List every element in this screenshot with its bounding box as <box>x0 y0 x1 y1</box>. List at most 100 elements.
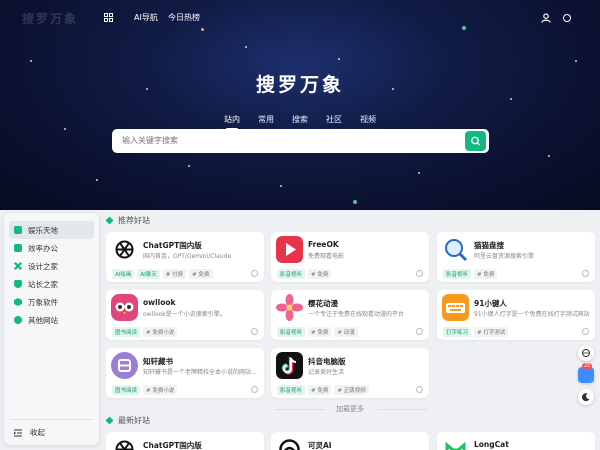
top-bar: 搜罗万象 AI导航 今日热榜 <box>0 0 600 36</box>
sidebar-item-entertainment[interactable]: 娱乐天地 <box>9 221 94 239</box>
tag[interactable]: # 付费 <box>162 269 187 279</box>
tag[interactable]: 影音视听 <box>443 269 472 279</box>
user-icon[interactable] <box>541 13 551 23</box>
tab-search[interactable]: 搜索 <box>292 114 308 128</box>
notification-badge: 20 <box>582 363 593 369</box>
tag[interactable]: AI聊天 <box>137 269 160 279</box>
info-icon[interactable] <box>251 270 258 277</box>
card-name: 抖音电脑版 <box>308 357 346 366</box>
theme-toggle-icon[interactable] <box>563 14 571 22</box>
card-tags: 打字练习 # 打字测试 <box>443 327 509 337</box>
tag[interactable]: 图书阅读 <box>112 327 141 337</box>
more-icon <box>14 316 22 324</box>
site-card[interactable]: 抖音电脑版 记录美好生活 影音视听 # 免费 # 正版视频 <box>271 348 429 398</box>
card-tags: 图书阅读 # 免费小说 <box>112 385 178 395</box>
site-card[interactable]: 可灵AI <box>271 432 429 450</box>
search-icon <box>471 136 480 146</box>
sidebar-divider <box>10 419 93 420</box>
card-tags: 影音视听 # 免费 # 动漫 <box>277 327 358 337</box>
info-icon[interactable] <box>582 270 589 277</box>
tab-video[interactable]: 视频 <box>360 114 376 128</box>
sidebar-item-office[interactable]: 效率办公 <box>9 239 94 257</box>
info-icon[interactable] <box>416 270 423 277</box>
sidebar-item-design[interactable]: 设计之家 <box>9 257 94 275</box>
typing-logo-icon <box>442 294 469 321</box>
tag[interactable]: # 打字测试 <box>474 327 509 337</box>
tab-common[interactable]: 常用 <box>258 114 274 128</box>
search-input[interactable] <box>122 136 462 145</box>
card-name: ChatGPT国内版 <box>143 441 202 450</box>
tag[interactable]: 图书阅读 <box>112 385 141 395</box>
tag[interactable]: # 免费小说 <box>143 327 178 337</box>
card-tags: 影音视听 # 免费 <box>277 269 332 279</box>
tag[interactable]: 影音视听 <box>277 327 306 337</box>
search-button[interactable] <box>465 131 486 151</box>
sakura-logo-icon <box>276 294 303 321</box>
info-icon[interactable] <box>416 328 423 335</box>
info-icon[interactable] <box>416 386 423 393</box>
tag[interactable]: 打字练习 <box>443 327 472 337</box>
info-icon[interactable] <box>582 328 589 335</box>
site-logo[interactable]: 搜罗万象 <box>22 10 78 27</box>
card-name: FreeOK <box>308 240 339 249</box>
tag[interactable]: 影音视听 <box>277 269 306 279</box>
tab-site[interactable]: 站内 <box>224 114 240 130</box>
globe-icon <box>582 349 590 357</box>
grid-menu-icon[interactable] <box>104 13 113 22</box>
tag[interactable]: # 免费小说 <box>143 385 178 395</box>
card-desc: 91小键人打字是一个免费在线打字测试网站... <box>474 311 590 318</box>
site-card[interactable]: 猫猫盘搜 阿里云盘资源搜索引擎 影音视听 # 免费 <box>437 232 595 282</box>
card-tags: 影音视听 # 免费 <box>443 269 498 279</box>
hero-title: 搜罗万象 <box>255 74 344 96</box>
tab-community[interactable]: 社区 <box>326 114 342 128</box>
sidebar-item-label: 站长之家 <box>28 279 58 289</box>
gamepad-icon <box>14 226 22 234</box>
sidebar-collapse-button[interactable]: 收起 <box>14 427 45 438</box>
tag[interactable]: # 动漫 <box>334 327 358 337</box>
site-card[interactable]: ChatGPT国内版 <box>106 432 264 450</box>
tag[interactable]: # 免费 <box>474 269 498 279</box>
site-card[interactable]: 樱花动漫 一个专注于免费在线观看动漫的平台 影音视听 # 免费 # 动漫 <box>271 290 429 340</box>
card-name: 猫猫盘搜 <box>474 241 504 250</box>
site-card[interactable]: ChatGPT国内版 国内首连，GPT/Gemini/Claude AI绘画 A… <box>106 232 264 282</box>
sidebar-item-other[interactable]: 其他网站 <box>9 311 94 329</box>
tag[interactable]: # 免费 <box>308 327 332 337</box>
card-desc: 国内首连，GPT/Gemini/Claude <box>143 253 232 260</box>
sidebar-item-webmaster[interactable]: 站长之家 <box>9 275 94 293</box>
card-desc: 记录美好生活 <box>308 369 345 376</box>
tag[interactable]: # 免费 <box>308 269 332 279</box>
info-icon[interactable] <box>251 386 258 393</box>
section-title-text: 最新好站 <box>118 416 150 425</box>
search-box <box>112 129 489 153</box>
douyin-logo-icon <box>276 352 303 379</box>
card-desc: 免费观看电影 <box>308 253 345 260</box>
magnifier-logo-icon <box>442 236 469 263</box>
card-tags: 影音视听 # 免费 # 正版视频 <box>277 385 369 395</box>
openai-logo-icon <box>111 236 138 263</box>
site-card[interactable]: owllook owllook是一个小说搜索引擎。 图书阅读 # 免费小说 <box>106 290 264 340</box>
message-button[interactable] <box>578 367 594 383</box>
category-sidebar: 娱乐天地 效率办公 设计之家 站长之家 万象软件 其他网站 收起 <box>4 213 99 445</box>
pen-icon <box>14 262 22 270</box>
tag[interactable]: AI绘画 <box>112 269 135 279</box>
info-icon[interactable] <box>251 328 258 335</box>
nav-ai-nav[interactable]: AI导航 <box>134 12 158 23</box>
site-card[interactable]: 91小键人 91小键人打字是一个免费在线打字测试网站... 打字练习 # 打字测… <box>437 290 595 340</box>
box-icon <box>14 298 22 306</box>
tag[interactable]: 影音视听 <box>277 385 306 395</box>
shield-icon <box>14 280 22 288</box>
section-icon <box>105 216 114 225</box>
language-button[interactable] <box>578 345 594 361</box>
dark-mode-button[interactable] <box>578 389 594 405</box>
nav-today-hot[interactable]: 今日热榜 <box>168 12 200 23</box>
tag[interactable]: # 免费 <box>189 269 213 279</box>
site-card[interactable]: 知轩藏书 知轩藏书是一个老牌精校全本小说的网站... 图书阅读 # 免费小说 <box>106 348 264 398</box>
divider <box>378 409 428 410</box>
site-card[interactable]: FreeOK 免费观看电影 影音视听 # 免费 <box>271 232 429 282</box>
site-card[interactable]: LongCat <box>437 432 595 450</box>
section-icon <box>105 416 114 425</box>
zhi-logo-icon <box>111 352 138 379</box>
sidebar-item-software[interactable]: 万象软件 <box>9 293 94 311</box>
tag[interactable]: # 免费 <box>308 385 332 395</box>
tag[interactable]: # 正版视频 <box>334 385 369 395</box>
